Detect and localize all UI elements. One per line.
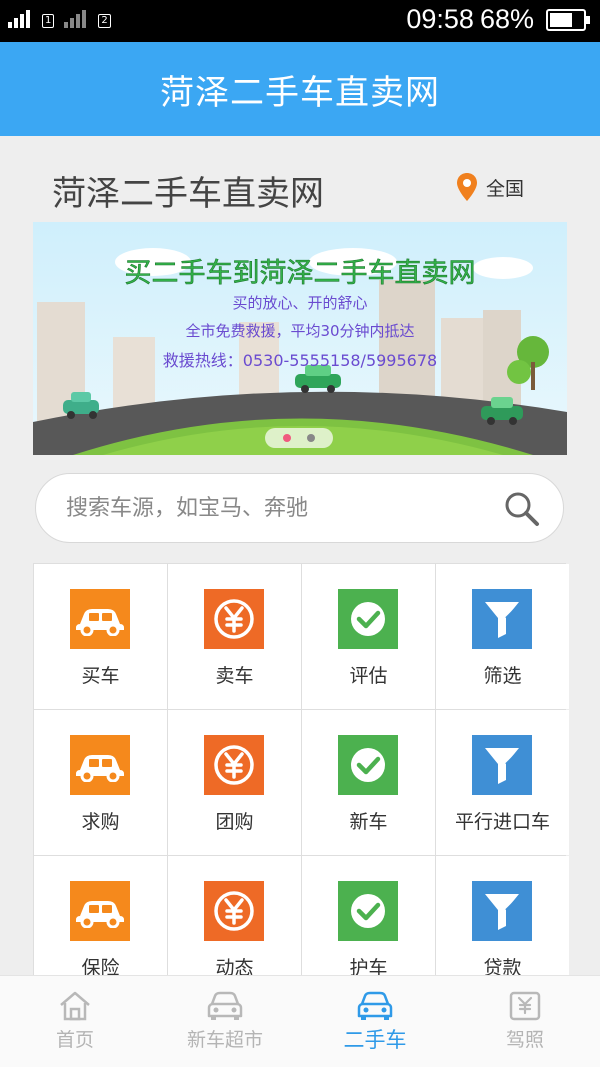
yuan-icon — [204, 589, 264, 649]
battery-percent: 68% — [479, 4, 534, 34]
nav-item-label: 首页 — [55, 1029, 94, 1051]
grid-item-label: 新车 — [349, 811, 388, 833]
nav-item[interactable]: 驾照 — [450, 976, 600, 1067]
grid-item[interactable]: 求购 — [34, 710, 167, 855]
car-icon — [70, 735, 130, 795]
filter-icon — [472, 589, 532, 649]
nav-item[interactable]: 首页 — [0, 976, 150, 1067]
nav-item[interactable]: 新车超市 — [150, 976, 300, 1067]
grid-item-label: 买车 — [81, 665, 120, 687]
filter-icon — [472, 735, 532, 795]
grid-item-label: 平行进口车 — [454, 811, 550, 833]
grid-item-label: 求购 — [81, 811, 120, 833]
car-front-icon — [207, 991, 243, 1020]
grid-item[interactable]: 新车 — [302, 710, 435, 855]
license-icon — [509, 991, 541, 1021]
car-front-icon — [357, 991, 393, 1020]
banner-pagination — [265, 428, 333, 448]
sim2-badge: 2 — [98, 14, 111, 28]
banner-headline: 买二手车到菏泽二手车直卖网 — [125, 258, 476, 289]
nav-item[interactable]: 二手车 — [300, 976, 450, 1067]
car-icon — [70, 589, 130, 649]
nav-item-label: 二手车 — [343, 1028, 407, 1052]
title-row: 菏泽二手车直卖网 全国 — [0, 136, 600, 222]
banner-line1: 买的放心、开的舒心 — [232, 294, 367, 312]
grid-item-label: 筛选 — [483, 665, 522, 687]
function-grid: 买车 卖车 评估 筛选 求购 团购 新车 平行进口车 保险 动态 护车 贷款 — [33, 563, 569, 1002]
banner-dot-1[interactable] — [283, 434, 291, 442]
nav-item-label: 驾照 — [505, 1029, 544, 1051]
banner-illustration: 买二手车到菏泽二手车直卖网 买的放心、开的舒心 全市免费救援，平均30分钟内抵达… — [33, 222, 567, 455]
bottom-nav: 首页 新车超市 二手车 驾照 — [0, 975, 600, 1067]
search-bar — [35, 473, 564, 543]
promo-banner[interactable]: 买二手车到菏泽二手车直卖网 买的放心、开的舒心 全市免费救援，平均30分钟内抵达… — [33, 222, 567, 455]
location-selector[interactable]: 全国 — [456, 172, 524, 202]
banner-dot-2[interactable] — [307, 434, 315, 442]
yuan-icon — [204, 735, 264, 795]
search-icon[interactable] — [503, 490, 541, 528]
app-header: 菏泽二手车直卖网 — [0, 42, 600, 136]
grid-item[interactable]: 平行进口车 — [436, 710, 569, 855]
status-bar: 1 2 09:58 68% — [0, 0, 600, 42]
signal-area: 1 2 — [8, 10, 111, 28]
grid-item[interactable]: 卖车 — [168, 564, 301, 709]
signal-strength-icon — [8, 10, 30, 28]
check-icon — [338, 881, 398, 941]
banner-line2: 全市免费救援，平均30分钟内抵达 — [185, 322, 414, 340]
filter-icon — [472, 881, 532, 941]
app-title: 菏泽二手车直卖网 — [160, 72, 440, 113]
status-right: 09:58 68% — [406, 4, 590, 35]
nav-item-label: 新车超市 — [186, 1029, 263, 1051]
grid-item-label: 卖车 — [215, 665, 254, 687]
yuan-icon — [204, 881, 264, 941]
location-pin-icon — [456, 173, 477, 201]
sim1-badge: 1 — [42, 14, 55, 28]
search-input[interactable] — [66, 495, 486, 521]
status-time: 09:58 — [406, 4, 474, 34]
banner-line3: 救援热线：0530-5555158/5995678 — [163, 351, 437, 370]
check-icon — [338, 589, 398, 649]
signal-strength-2-icon — [64, 10, 87, 28]
car-icon — [70, 881, 130, 941]
page-title: 菏泽二手车直卖网 — [52, 174, 324, 214]
grid-item-label: 评估 — [349, 665, 388, 687]
grid-item[interactable]: 评估 — [302, 564, 435, 709]
grid-item[interactable]: 买车 — [34, 564, 167, 709]
grid-item-label: 团购 — [215, 811, 254, 833]
grid-item[interactable]: 团购 — [168, 710, 301, 855]
battery-icon — [546, 8, 590, 31]
home-icon — [60, 991, 90, 1021]
location-label: 全国 — [485, 177, 524, 200]
check-icon — [338, 735, 398, 795]
grid-item[interactable]: 筛选 — [436, 564, 569, 709]
